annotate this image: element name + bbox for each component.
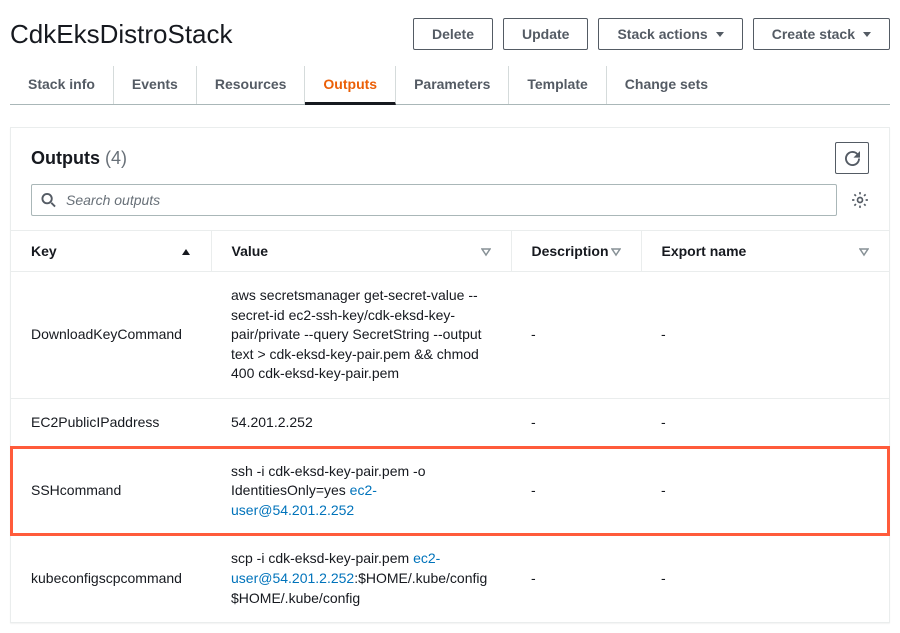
- sort-asc-icon: [181, 243, 191, 259]
- cell-value: scp -i cdk-eksd-key-pair.pem ec2-user@54…: [211, 535, 511, 622]
- cell-export-name: -: [641, 535, 889, 622]
- filter-icon: [859, 243, 869, 259]
- col-value[interactable]: Value: [211, 231, 511, 272]
- table-row: DownloadKeyCommandaws secretsmanager get…: [11, 272, 889, 399]
- cell-description: -: [511, 447, 641, 535]
- col-export-name[interactable]: Export name: [641, 231, 889, 272]
- stack-actions-button[interactable]: Stack actions: [598, 18, 742, 50]
- outputs-table: Key Value Description: [11, 230, 889, 622]
- tab-bar: Stack infoEventsResourcesOutputsParamete…: [10, 66, 890, 105]
- header-buttons: Delete Update Stack actions Create stack: [413, 18, 890, 50]
- col-key[interactable]: Key: [11, 231, 211, 272]
- col-description[interactable]: Description: [511, 231, 641, 272]
- cell-export-name: -: [641, 398, 889, 447]
- cell-key: DownloadKeyCommand: [11, 272, 211, 399]
- table-row: SSHcommandssh -i cdk-eksd-key-pair.pem -…: [11, 447, 889, 535]
- caret-down-icon: [863, 32, 871, 37]
- page-header: CdkEksDistroStack Delete Update Stack ac…: [10, 10, 890, 62]
- search-wrap: [31, 184, 837, 216]
- caret-down-icon: [716, 32, 724, 37]
- update-button[interactable]: Update: [503, 18, 588, 50]
- filter-icon: [481, 243, 491, 259]
- cell-description: -: [511, 535, 641, 622]
- cell-key: kubeconfigscpcommand: [11, 535, 211, 622]
- cell-key: SSHcommand: [11, 447, 211, 535]
- tab-parameters[interactable]: Parameters: [396, 66, 509, 104]
- table-row: EC2PublicIPaddress54.201.2.252--: [11, 398, 889, 447]
- search-row: [11, 184, 889, 230]
- cell-description: -: [511, 398, 641, 447]
- cell-description: -: [511, 272, 641, 399]
- settings-gear-icon[interactable]: [851, 191, 869, 209]
- tab-resources[interactable]: Resources: [197, 66, 306, 104]
- tab-stack-info[interactable]: Stack info: [10, 66, 114, 104]
- cell-key: EC2PublicIPaddress: [11, 398, 211, 447]
- delete-button[interactable]: Delete: [413, 18, 493, 50]
- create-stack-button[interactable]: Create stack: [753, 18, 890, 50]
- panel-header: Outputs (4): [11, 128, 889, 184]
- page-title: CdkEksDistroStack: [10, 19, 233, 50]
- table-row: kubeconfigscpcommandscp -i cdk-eksd-key-…: [11, 535, 889, 622]
- cell-value: aws secretsmanager get-secret-value --se…: [211, 272, 511, 399]
- cell-value: ssh -i cdk-eksd-key-pair.pem -o Identiti…: [211, 447, 511, 535]
- refresh-button[interactable]: [835, 142, 869, 174]
- outputs-panel: Outputs (4) Key: [10, 127, 890, 623]
- search-input[interactable]: [31, 184, 837, 216]
- filter-icon: [611, 243, 621, 259]
- refresh-icon: [845, 151, 860, 166]
- cell-export-name: -: [641, 447, 889, 535]
- search-icon: [41, 193, 56, 208]
- tab-outputs[interactable]: Outputs: [305, 66, 396, 105]
- tab-template[interactable]: Template: [509, 66, 606, 104]
- tab-change-sets[interactable]: Change sets: [607, 66, 726, 104]
- cell-export-name: -: [641, 272, 889, 399]
- cell-value: 54.201.2.252: [211, 398, 511, 447]
- panel-title: Outputs (4): [31, 148, 127, 169]
- tab-events[interactable]: Events: [114, 66, 197, 104]
